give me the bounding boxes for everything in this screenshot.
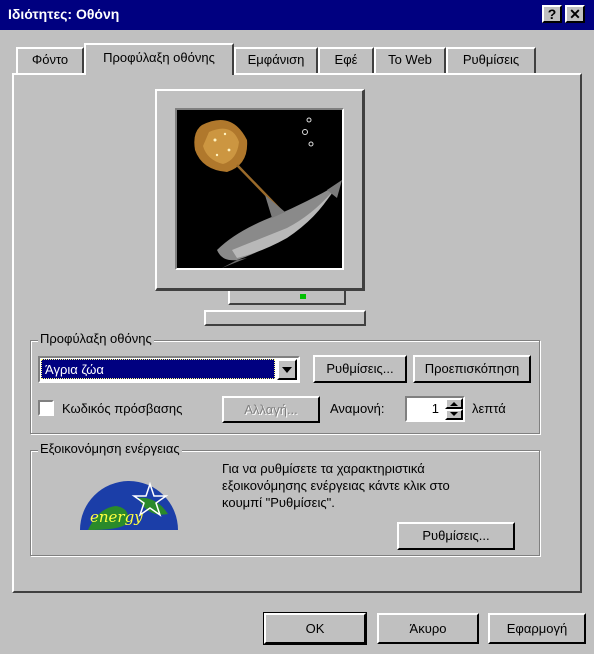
energy-description-line1: Για να ρυθμίσετε τα χαρακτηριστικά (222, 461, 425, 476)
wait-value: 1 (431, 401, 439, 416)
wait-label: Αναμονή: (330, 401, 385, 416)
window-title: Ιδιότητες: Οθόνη (8, 6, 120, 22)
tab-screensaver[interactable]: Προφύλαξη οθόνης (84, 43, 234, 75)
tab-label: Εφέ (334, 52, 358, 67)
tab-appearance[interactable]: Εμφάνιση (234, 47, 318, 73)
energy-group-label: Εξοικονόμηση ενέργειας (38, 441, 182, 456)
tab-label: Φόντο (31, 52, 69, 67)
close-icon: ✕ (569, 6, 581, 22)
tab-background[interactable]: Φόντο (16, 47, 84, 73)
help-button[interactable]: ? (542, 5, 562, 23)
screensaver-settings-button[interactable]: Ρυθμίσεις... (313, 355, 407, 383)
screensaver-group-label: Προφύλαξη οθόνης (38, 331, 154, 346)
spin-up-button[interactable] (445, 398, 463, 409)
help-icon: ? (547, 6, 557, 22)
preview-button[interactable]: Προεπισκόπηση (413, 355, 531, 383)
tab-label: Ρυθμίσεις (462, 52, 520, 67)
dropdown-button[interactable] (277, 359, 297, 380)
close-button[interactable]: ✕ (565, 5, 585, 23)
apply-button[interactable]: Εφαρμογή (488, 613, 586, 644)
cancel-button[interactable]: Άκυρο (377, 613, 479, 644)
tab-label: Προφύλαξη οθόνης (103, 50, 215, 65)
password-checkbox[interactable] (38, 400, 54, 416)
tab-label: To Web (388, 52, 432, 67)
chevron-down-icon (282, 367, 292, 373)
arrow-down-icon (450, 412, 458, 416)
energy-description-line3: κουμπί "Ρυθμίσεις". (222, 495, 335, 510)
title-bar[interactable]: Ιδιότητες: Οθόνη ? ✕ (0, 0, 594, 30)
energy-settings-button[interactable]: Ρυθμίσεις... (397, 522, 515, 550)
screensaver-select[interactable]: Άγρια ζώα (38, 356, 300, 383)
energy-star-logo-icon: energy (80, 481, 178, 530)
arrow-up-icon (450, 402, 458, 406)
energy-logo-text: energy (90, 508, 143, 526)
monitor-base (204, 310, 366, 326)
power-led-icon (300, 294, 306, 299)
tab-settings[interactable]: Ρυθμίσεις (446, 47, 536, 73)
tab-web[interactable]: To Web (374, 47, 446, 73)
selected-value-highlight: Άγρια ζώα (41, 359, 275, 379)
change-password-button[interactable]: Αλλαγή... (222, 396, 320, 423)
wait-spinbox[interactable]: 1 (405, 396, 465, 422)
tab-label: Εμφάνιση (247, 52, 305, 67)
energy-description-line2: εξοικονόμησης ενέργειας κάντε κλικ στο (222, 478, 450, 493)
monitor-stand (228, 291, 346, 305)
screensaver-preview-screen (175, 108, 344, 270)
wait-unit-label: λεπτά (472, 401, 506, 416)
ok-button[interactable]: OK (263, 612, 367, 645)
password-label: Κωδικός πρόσβασης (62, 401, 183, 416)
preview-image (194, 117, 342, 268)
spin-down-button[interactable] (445, 409, 463, 420)
selected-screensaver: Άγρια ζώα (45, 362, 104, 377)
tab-effects[interactable]: Εφέ (318, 47, 374, 73)
